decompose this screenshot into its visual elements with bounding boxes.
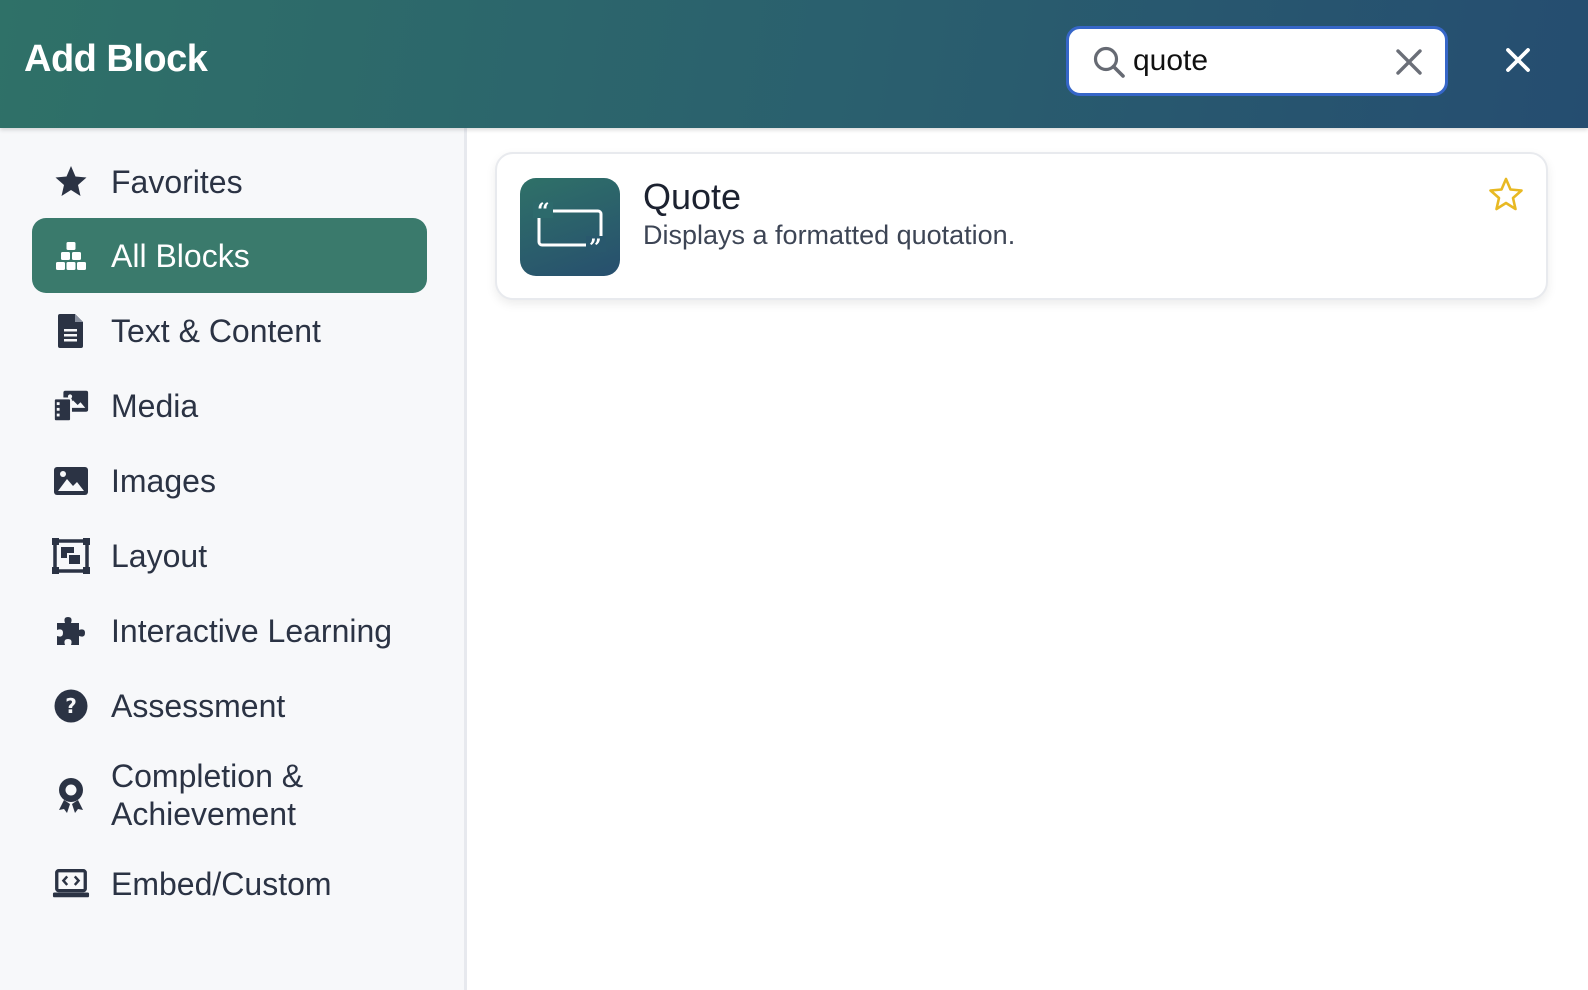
sidebar-item-label: Assessment [111,687,286,724]
sidebar-item-label: Completion & Achievement [111,758,304,832]
sidebar-item-media[interactable]: Media [32,368,427,443]
close-icon[interactable] [1500,42,1536,78]
sidebar-item-label: Layout [111,537,208,574]
block-title: Quote [643,176,742,217]
block-description: Displays a formatted quotation. [643,220,1016,250]
dialog-title: Add Block [24,38,208,80]
sidebar-item-assessment[interactable]: ? Assessment [32,668,427,743]
sidebar-item-label: All Blocks [111,237,250,274]
sidebar-item-favorites[interactable]: Favorites [32,144,427,219]
search-box[interactable] [1066,26,1448,96]
favorite-star-icon[interactable] [1487,176,1525,214]
search-icon [1093,46,1125,78]
question-circle-icon: ? [52,687,90,725]
laptop-code-icon [52,865,90,903]
award-icon [52,776,90,814]
block-result-card[interactable]: “ ” Quote Displays a formatted quotation… [495,152,1548,300]
sidebar-item-embed-custom[interactable]: Embed/Custom [32,846,427,921]
svg-text:?: ? [65,694,77,718]
svg-text:“: “ [537,199,550,225]
quote-block-icon: “ ” [520,178,620,276]
sidebar-item-completion-achievement[interactable]: Completion & Achievement [32,750,427,840]
sidebar-item-label: Media [111,387,199,424]
puzzle-icon [52,612,90,650]
clear-search-icon[interactable] [1393,46,1425,78]
search-input[interactable] [1133,41,1383,81]
star-icon [52,163,90,201]
sidebar-item-images[interactable]: Images [32,443,427,518]
svg-text:”: ” [589,235,602,261]
category-sidebar: Favorites All Blocks Text & Content Medi… [0,128,467,990]
layout-icon [52,537,90,575]
blocks-icon [52,237,90,275]
sidebar-item-label: Interactive Learning [111,612,393,649]
sidebar-item-text-content[interactable]: Text & Content [32,293,427,368]
sidebar-item-layout[interactable]: Layout [32,518,427,593]
image-icon [52,462,90,500]
sidebar-item-label: Images [111,462,216,499]
header-bar: Add Block [0,0,1588,128]
sidebar-item-all-blocks[interactable]: All Blocks [32,218,427,293]
sidebar-item-label: Embed/Custom [111,865,332,902]
sidebar-item-label: Text & Content [111,312,321,349]
document-icon [52,312,90,350]
sidebar-item-interactive-learning[interactable]: Interactive Learning [32,593,427,668]
sidebar-item-label: Favorites [111,163,243,200]
media-icon [52,387,90,425]
